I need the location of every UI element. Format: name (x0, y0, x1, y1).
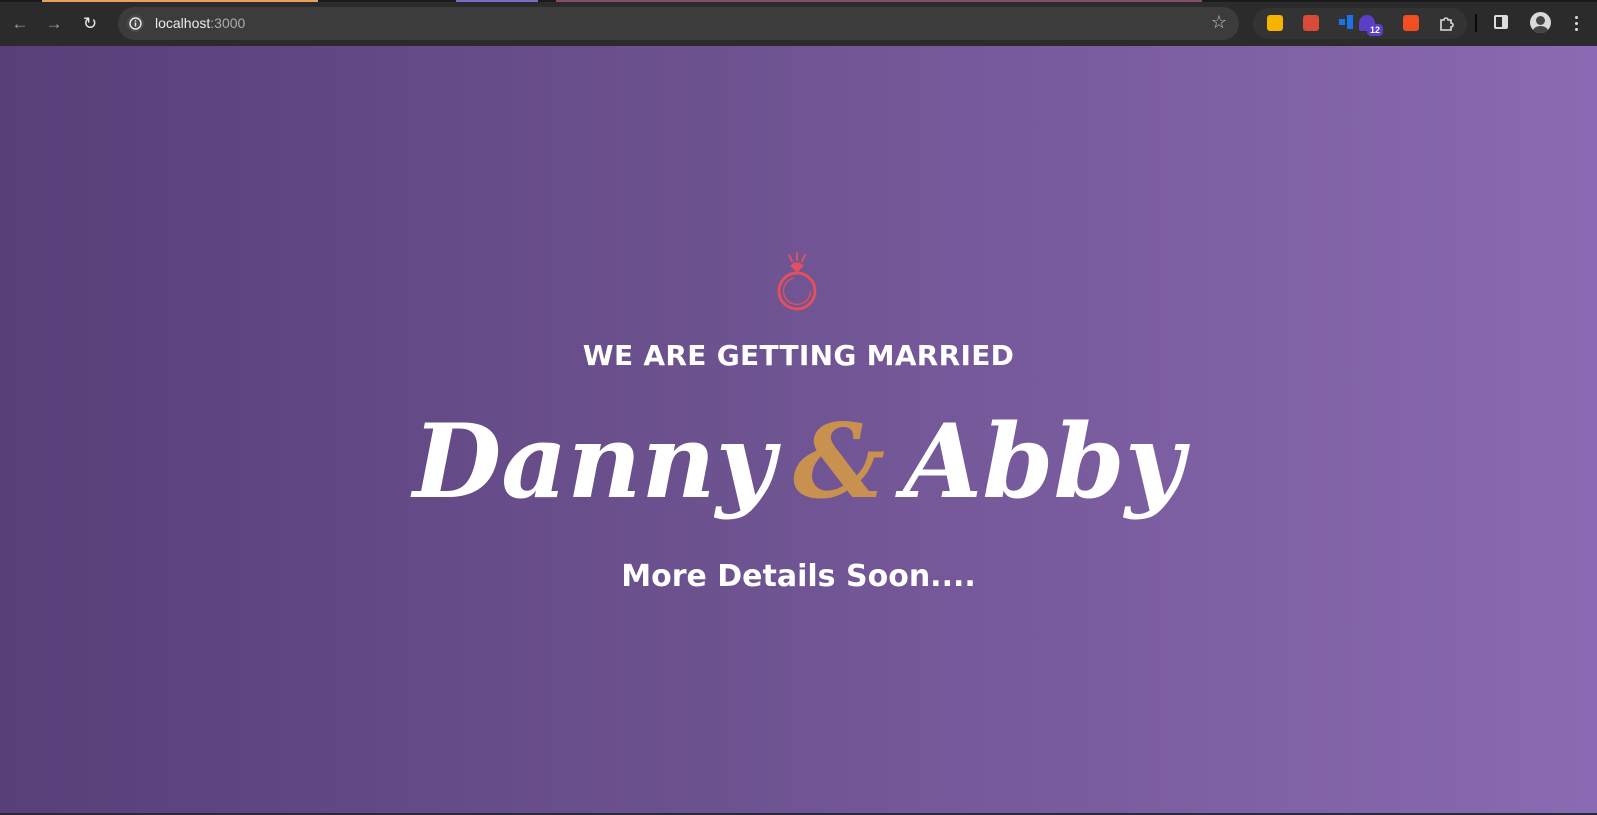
url-text[interactable]: localhost:3000 (155, 15, 245, 31)
tagline: WE ARE GETTING MARRIED (582, 339, 1015, 372)
toolbar-divider (1475, 14, 1477, 32)
keep-extension-icon[interactable] (1267, 15, 1283, 31)
puzzle-icon[interactable] (1437, 13, 1457, 33)
extension-badge: 12 (1367, 24, 1384, 36)
url-host: localhost (155, 15, 211, 31)
second-name: Abby (903, 402, 1185, 522)
ampersand: & (792, 402, 886, 522)
percent-extension-icon[interactable] (1403, 15, 1419, 31)
tab-indicator (556, 0, 1202, 2)
tab-indicator (456, 0, 538, 2)
address-bar[interactable]: localhost:3000 ☆ (118, 7, 1239, 40)
ring-icon (768, 251, 826, 313)
trello-extension-icon[interactable] (1339, 15, 1355, 31)
couple-names: Danny & Abby (0, 406, 1597, 518)
extensions-group: 12 (1253, 8, 1467, 39)
site-info-icon[interactable] (127, 15, 144, 32)
reload-icon: ↻ (82, 13, 98, 33)
gift-extension-icon[interactable] (1303, 15, 1319, 31)
menu-icon[interactable] (1566, 12, 1586, 34)
tab-strip (0, 0, 1597, 2)
url-port: :3000 (210, 15, 246, 31)
first-name: Danny (412, 402, 775, 522)
forward-button[interactable]: → (42, 11, 66, 35)
tab-indicator (42, 0, 318, 2)
star-icon[interactable]: ☆ (1211, 12, 1227, 33)
browser-toolbar: ← → ↻ localhost:3000 ☆ 12 (0, 0, 1597, 46)
side-panel-icon[interactable] (1494, 15, 1508, 29)
avatar[interactable] (1530, 12, 1551, 33)
back-button[interactable]: ← (8, 11, 32, 35)
arrow-left-icon: ← (11, 13, 29, 33)
arrow-right-icon: → (45, 13, 63, 33)
details-subline: More Details Soon.... (621, 559, 976, 594)
reload-button[interactable]: ↻ (78, 11, 102, 35)
wedding-page: WE ARE GETTING MARRIED Danny & Abby More D… (0, 46, 1597, 815)
